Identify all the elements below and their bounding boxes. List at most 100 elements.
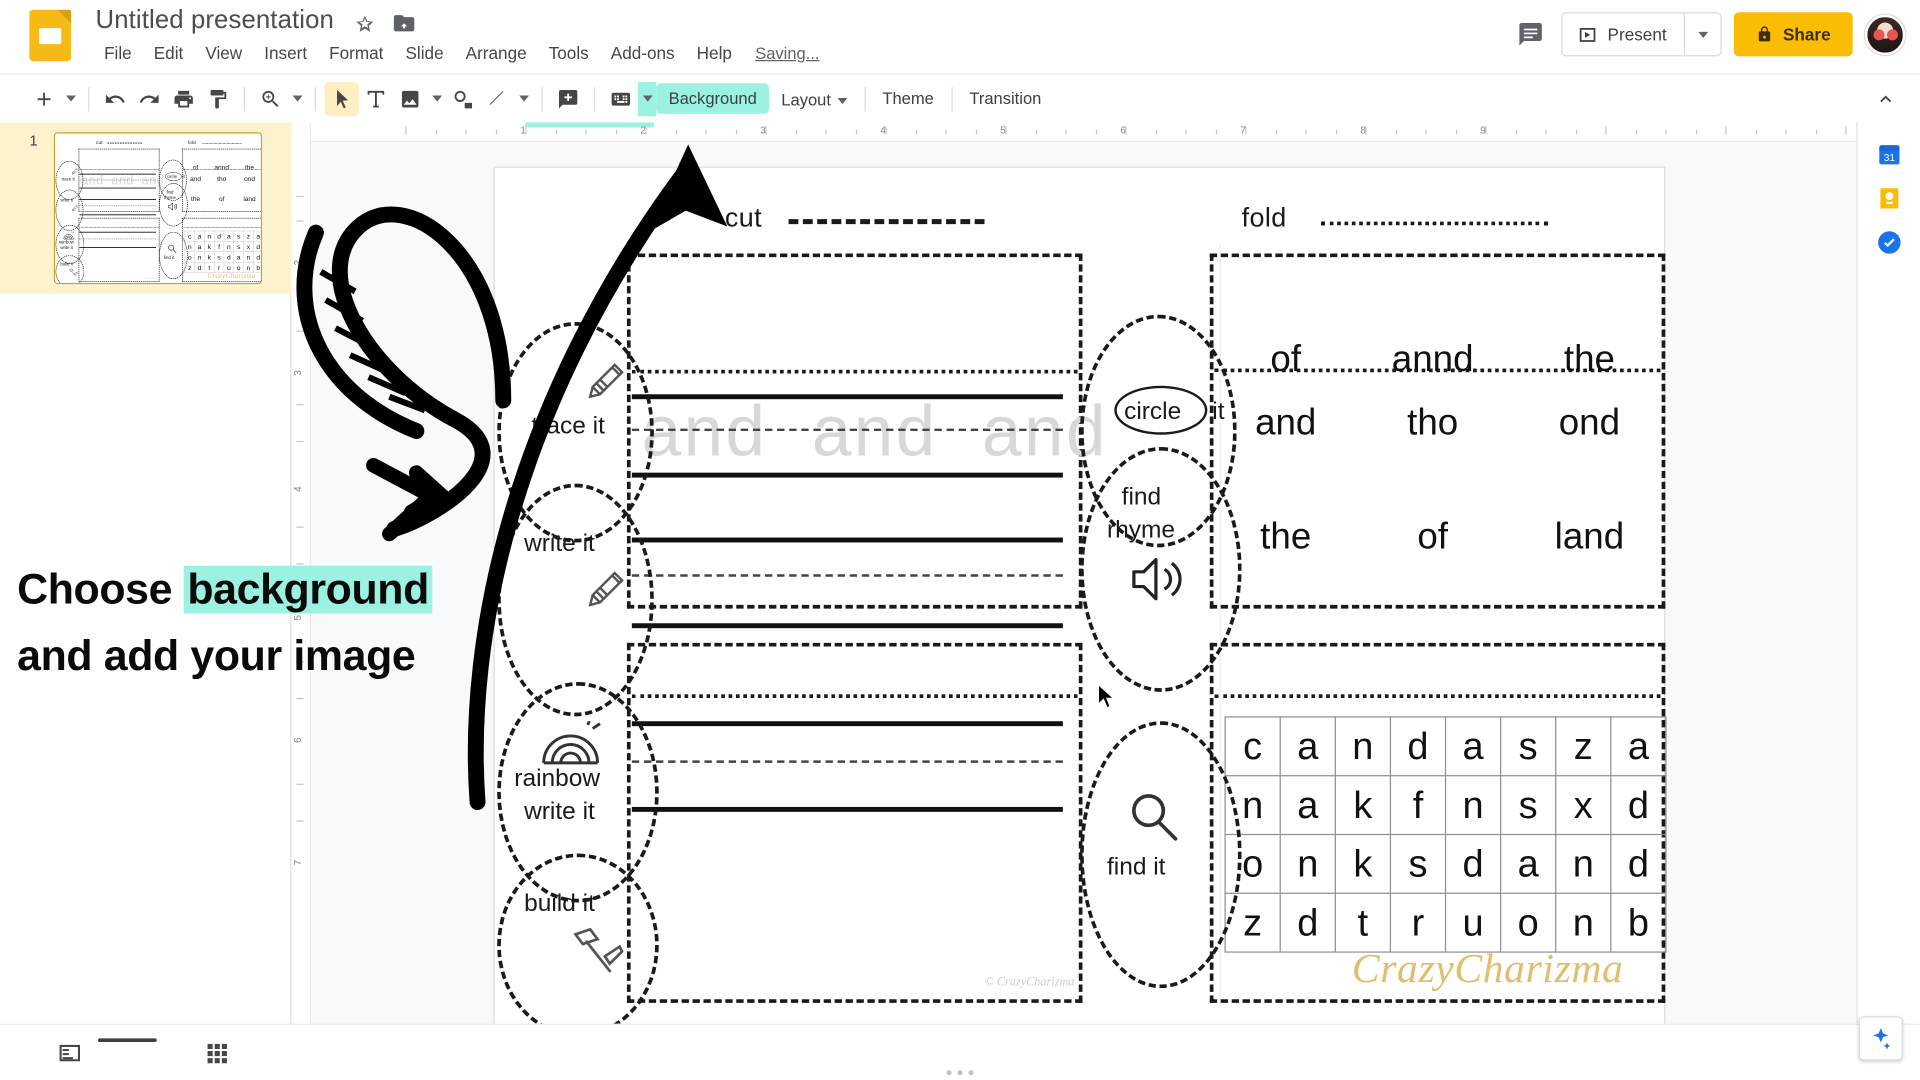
star-icon[interactable] xyxy=(353,11,377,35)
grid-view-icon[interactable] xyxy=(198,1036,235,1070)
filmstrip-slide-1[interactable]: 1 cut fold and and and trace it write it rain… xyxy=(0,122,292,294)
thumb-word-card-0-1: annd xyxy=(214,163,229,172)
menu-slide[interactable]: Slide xyxy=(394,40,454,64)
canvas-area[interactable]: 1 2 3 4 5 6 7 8 9 cut fold and and and trac… xyxy=(311,122,1907,1080)
pagination-dots xyxy=(946,1070,974,1076)
letter-grid-row: candasza xyxy=(1224,716,1667,777)
thumb-trace-word-sample: and and and xyxy=(81,173,165,188)
rainbow-guide-dotted xyxy=(631,694,1078,698)
user-avatar[interactable] xyxy=(1864,14,1906,55)
text-box-icon[interactable] xyxy=(359,81,393,115)
mouse-cursor xyxy=(1097,683,1116,709)
thumb-rainbow-icon xyxy=(63,231,74,240)
background-button[interactable]: Background xyxy=(656,83,770,114)
thumb-trace-guide-solid-bottom xyxy=(79,187,157,189)
slide-thumbnail[interactable]: cut fold and and and trace it write it rainbo… xyxy=(53,132,263,285)
image-icon[interactable] xyxy=(393,81,427,115)
slides-logo-icon[interactable] xyxy=(29,9,72,62)
horizontal-ruler[interactable]: 1 2 3 4 5 6 7 8 9 xyxy=(311,122,1907,143)
speaker-notes-icon[interactable] xyxy=(51,1036,157,1070)
letter-cell-1-4: n xyxy=(1444,775,1502,836)
zoom-icon[interactable] xyxy=(253,81,287,115)
thumb-letter-cell-2-2: k xyxy=(204,251,215,263)
word-card-0-0: of xyxy=(1270,339,1302,380)
menu-help[interactable]: Help xyxy=(686,40,743,64)
redo-icon[interactable] xyxy=(132,81,166,115)
slide-canvas[interactable]: cut fold and and and trace it write it rainbo… xyxy=(493,166,1667,1047)
google-slides-app: Untitled presentation File Edit View Ins… xyxy=(0,0,1920,1080)
thumb-letter-grid-dotted-line xyxy=(182,226,261,228)
letter-grid-row: zdtruonb xyxy=(1224,892,1667,953)
paint-format-icon[interactable] xyxy=(201,81,235,115)
menu-file[interactable]: File xyxy=(93,40,143,64)
menu-view[interactable]: View xyxy=(194,40,253,64)
trace-guide-dotted-top xyxy=(631,369,1078,374)
thumb-letter-search-grid: candaszanakfnsxdonksdandzdtruonb xyxy=(184,230,261,273)
present-button[interactable]: Present xyxy=(1562,13,1684,55)
present-dropdown-caret-icon[interactable] xyxy=(1683,13,1721,56)
thumb-label-rainbow-line2: write it xyxy=(60,245,73,251)
transition-button[interactable]: Transition xyxy=(957,83,1053,114)
plus-icon[interactable] xyxy=(27,81,61,115)
keyboard-chevron-down-icon[interactable] xyxy=(637,81,657,116)
keyboard-icon[interactable] xyxy=(604,81,638,115)
letter-cell-2-5: a xyxy=(1500,833,1557,894)
thumb-legend-fold-dots xyxy=(201,143,243,144)
line-icon[interactable] xyxy=(480,81,514,115)
label-find-rhyme-line1: find xyxy=(1121,483,1162,511)
thumb-letter-cell-0-1: a xyxy=(194,230,205,242)
explore-icon[interactable] xyxy=(1858,1016,1903,1061)
thumb-label-find-rhyme-line1: find xyxy=(166,189,174,195)
letter-cell-1-6: x xyxy=(1555,775,1612,836)
legend-fold-dots xyxy=(1321,221,1548,226)
keep-notes-icon[interactable] xyxy=(1872,181,1906,215)
word-card-2-2: land xyxy=(1554,516,1625,558)
rainbow-icon xyxy=(542,721,601,765)
shape-icon[interactable] xyxy=(446,81,480,115)
thumb-letter-cell-0-7: a xyxy=(253,230,261,242)
menu-arrange[interactable]: Arrange xyxy=(455,40,538,64)
menu-addons[interactable]: Add-ons xyxy=(600,40,686,64)
letter-cell-0-7: a xyxy=(1610,716,1667,777)
watermark-logo: CrazyCharizma xyxy=(1351,946,1624,992)
image-chevron-down-icon[interactable] xyxy=(427,81,445,115)
letter-grid-row: nakfnsxd xyxy=(1224,775,1667,836)
zoom-chevron-down-icon[interactable] xyxy=(288,81,306,115)
word-card-1-2: ond xyxy=(1558,402,1621,444)
hammer-icon xyxy=(573,927,624,973)
menu-tools[interactable]: Tools xyxy=(538,40,600,64)
letter-cell-0-2: n xyxy=(1334,716,1392,777)
label-trace-it: trace it xyxy=(531,412,605,440)
letter-cell-3-7: b xyxy=(1610,892,1667,953)
print-icon[interactable] xyxy=(167,81,201,115)
chevron-up-icon[interactable] xyxy=(1869,81,1903,115)
cursor-select-icon[interactable] xyxy=(324,81,359,116)
menu-edit[interactable]: Edit xyxy=(143,40,195,64)
share-button[interactable]: Share xyxy=(1733,12,1853,57)
undo-icon[interactable] xyxy=(98,81,132,115)
thumb-word-card-2-2: land xyxy=(243,195,256,203)
thumb-watermark-logo: CrazyCharizma xyxy=(207,271,256,280)
move-to-folder-icon[interactable] xyxy=(392,11,416,35)
thumb-letter-grid-row: nakfnsxd xyxy=(184,241,261,252)
new-slide-chevron-down-icon[interactable] xyxy=(61,81,79,115)
label-find-it: find it xyxy=(1106,853,1166,881)
thumb-rainbow-guide-solid-bottom xyxy=(79,246,157,248)
legend-cut-dash xyxy=(788,219,985,225)
v-ruler-num-5: 5 xyxy=(292,615,304,621)
comment-icon[interactable] xyxy=(1512,16,1549,53)
tasks-icon[interactable] xyxy=(1872,225,1906,259)
add-comment-icon[interactable] xyxy=(551,81,585,115)
menu-insert[interactable]: Insert xyxy=(253,40,318,64)
layout-button[interactable]: Layout xyxy=(769,83,859,115)
thumb-legend-cut-label: cut xyxy=(95,139,103,145)
letter-cell-2-6: n xyxy=(1555,833,1612,894)
thumb-letter-cell-1-4: n xyxy=(223,241,234,252)
document-title[interactable]: Untitled presentation xyxy=(96,6,334,35)
legend-fold-label: fold xyxy=(1241,202,1287,233)
menu-format[interactable]: Format xyxy=(318,40,394,64)
calendar-icon[interactable]: 31 xyxy=(1872,137,1906,171)
theme-button[interactable]: Theme xyxy=(870,83,946,114)
letter-cell-3-2: t xyxy=(1334,892,1392,953)
line-chevron-down-icon[interactable] xyxy=(514,81,532,115)
